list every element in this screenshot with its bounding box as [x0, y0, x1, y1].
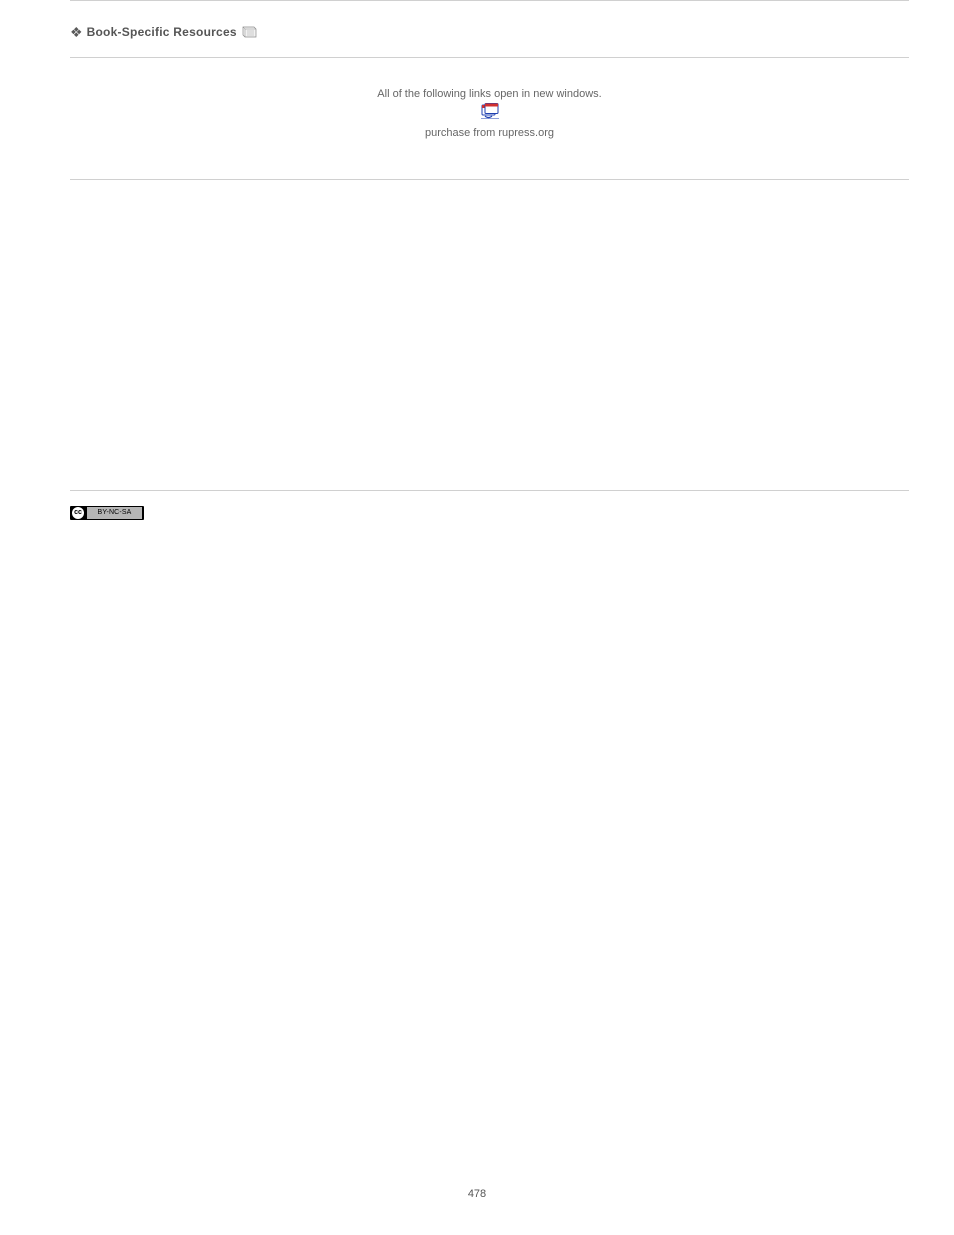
- page-number: 478: [0, 1188, 954, 1200]
- external-link-icon[interactable]: [481, 103, 499, 124]
- cc-logo-icon: cc: [72, 507, 84, 519]
- cc-license-badge[interactable]: cc BY-NC-SA: [70, 506, 144, 520]
- resource-block: All of the following links open in new w…: [70, 58, 909, 179]
- new-window-note: All of the following links open in new w…: [70, 88, 909, 100]
- cc-license-label: BY-NC-SA: [87, 507, 142, 519]
- diamond-bullet-icon: ❖: [70, 25, 83, 39]
- notes-icon: [241, 26, 257, 38]
- purchase-note: purchase from rupress.org: [70, 127, 909, 139]
- section-header: ❖ Book-Specific Resources: [70, 1, 909, 57]
- section-title: Book-Specific Resources: [87, 25, 237, 39]
- divider-before-license: [70, 490, 909, 491]
